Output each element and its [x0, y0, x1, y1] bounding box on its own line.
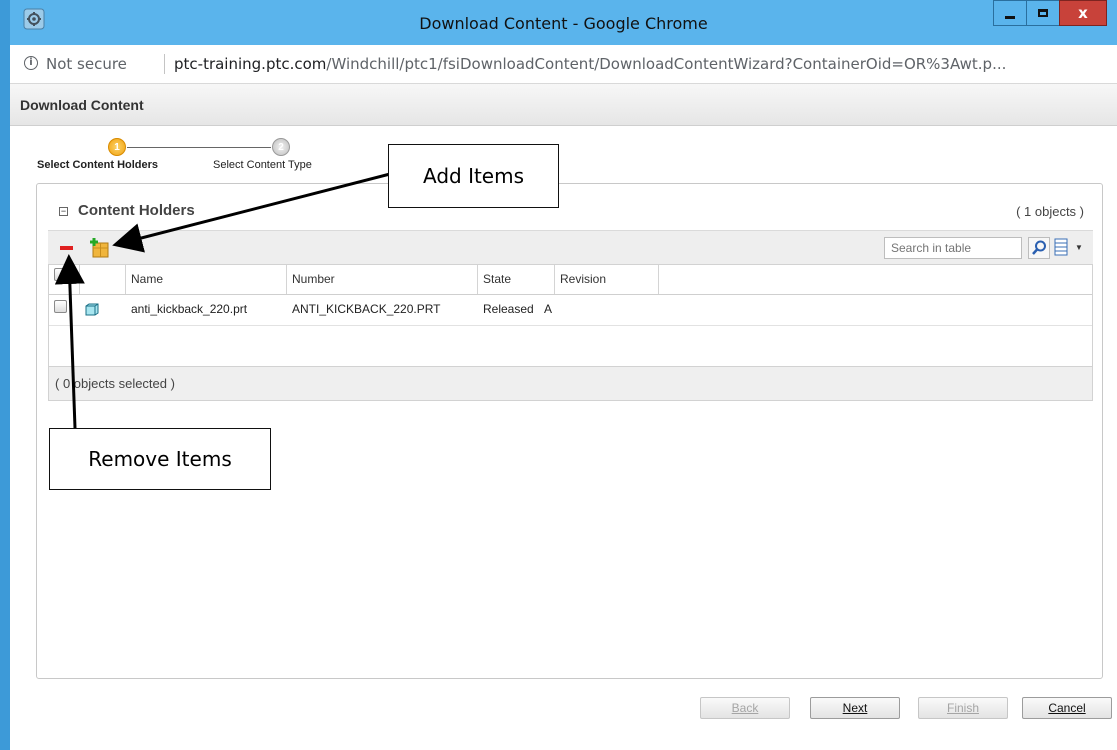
select-all-header: [49, 265, 80, 294]
finish-button[interactable]: Finish: [918, 697, 1008, 719]
row-number: ANTI_KICKBACK_220.PRT: [292, 302, 441, 316]
table-toolbar: ▼: [48, 230, 1093, 264]
maximize-icon: [1038, 9, 1048, 17]
row-name[interactable]: anti_kickback_220.prt: [126, 294, 247, 325]
page-title: Download Content: [20, 97, 144, 113]
chevron-down-icon[interactable]: ▼: [1075, 243, 1083, 252]
panel-title: Content Holders: [78, 202, 195, 219]
minimize-icon: [1005, 15, 1015, 19]
row-revision: A: [544, 302, 553, 316]
object-count: ( 1 objects ): [1016, 204, 1084, 219]
row-checkbox[interactable]: [54, 300, 67, 313]
close-button[interactable]: x: [1059, 0, 1107, 26]
add-items-callout: Add Items: [388, 144, 559, 208]
column-header-revision[interactable]: Revision: [555, 265, 659, 294]
column-header-number[interactable]: Number: [287, 265, 478, 294]
remove-items-callout: Remove Items: [49, 428, 271, 490]
maximize-button[interactable]: [1026, 0, 1060, 26]
wizard-step-connector: [127, 147, 271, 148]
remove-items-icon[interactable]: [60, 246, 73, 250]
icon-column-header: [80, 265, 126, 294]
security-label[interactable]: Not secure: [46, 55, 127, 73]
row-state: Released: [483, 302, 534, 316]
next-button[interactable]: Next: [810, 697, 900, 719]
wizard-step-2-label[interactable]: Select Content Type: [213, 159, 312, 171]
url-host: ptc-training.ptc.com: [174, 55, 327, 73]
wizard-step-1-label[interactable]: Select Content Holders: [37, 159, 158, 171]
url-path: /Windchill/ptc1/fsiDownloadContent/Downl…: [326, 55, 1007, 73]
url-text[interactable]: ptc-training.ptc.com/Windchill/ptc1/fsiD…: [174, 55, 1006, 73]
back-button[interactable]: Back: [700, 697, 790, 719]
search-input[interactable]: [884, 237, 1022, 259]
address-bar[interactable]: i Not secure ptc-training.ptc.com/Windch…: [10, 45, 1117, 84]
select-all-checkbox[interactable]: [54, 268, 67, 281]
wizard-step-2-indicator[interactable]: 2: [272, 138, 290, 156]
content-holders-table: Name Number State Revision anti_kickback…: [48, 264, 1093, 401]
selection-status: ( 0 objects selected ): [49, 366, 1092, 400]
window-controls: x: [993, 0, 1107, 28]
collapse-icon[interactable]: −: [59, 207, 68, 216]
window-left-border: [0, 0, 10, 750]
add-items-icon[interactable]: [88, 237, 110, 259]
browser-window: Download Content - Google Chrome x i Not…: [0, 0, 1117, 750]
table-row[interactable]: anti_kickback_220.prt ANTI_KICKBACK_220.…: [49, 294, 1092, 326]
title-bar[interactable]: Download Content - Google Chrome x: [10, 0, 1117, 45]
close-icon: x: [1078, 4, 1088, 22]
page-header: Download Content: [10, 84, 1117, 126]
search-icon[interactable]: [1028, 237, 1050, 259]
table-header: Name Number State Revision: [49, 265, 1092, 295]
window-title: Download Content - Google Chrome: [419, 14, 708, 33]
wizard-step-1-indicator[interactable]: 1: [108, 138, 126, 156]
column-header-state[interactable]: State: [478, 265, 555, 294]
address-divider: [164, 54, 165, 74]
info-icon[interactable]: i: [24, 56, 38, 70]
cancel-button[interactable]: Cancel: [1022, 697, 1112, 719]
column-header-name[interactable]: Name: [126, 265, 287, 294]
part-cube-icon: [85, 303, 99, 316]
table-columns-icon[interactable]: [1054, 238, 1068, 256]
minimize-button[interactable]: [993, 0, 1027, 26]
